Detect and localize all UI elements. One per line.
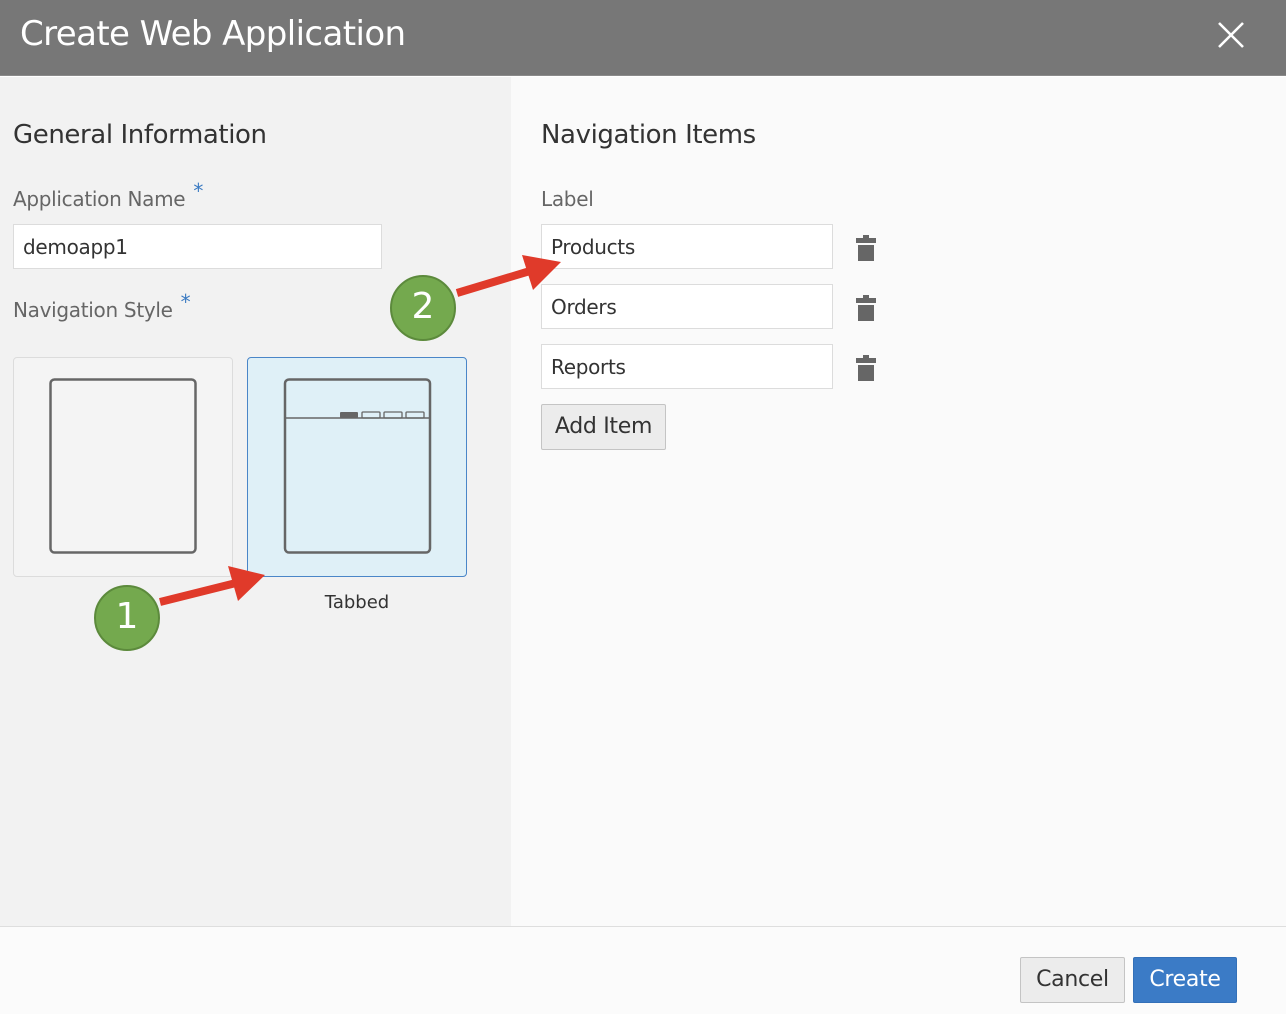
callout-badge-1: 1 xyxy=(94,585,160,651)
arrow-2 xyxy=(455,255,561,297)
annotation-arrows xyxy=(159,255,561,606)
callout-badge-2: 2 xyxy=(390,275,456,341)
arrow-1 xyxy=(159,566,265,606)
